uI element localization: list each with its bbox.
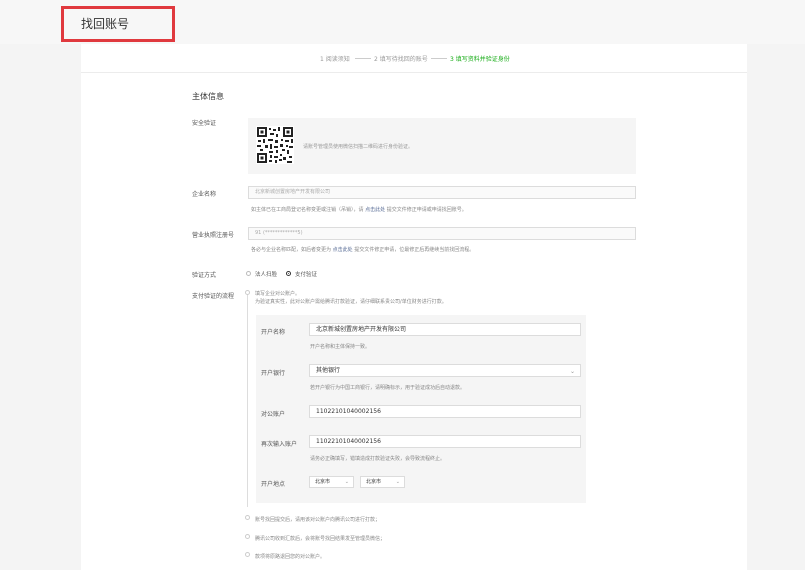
bank-hint: 若开户银行为中国工商银行，请明确标示，用于验证成功后自动退款。 [310, 385, 466, 391]
company-name-hint: 如主体已在工商局登记名称变更或注销（吊销），请 点击此处 提交文件修正申请或申请… [251, 206, 467, 213]
company-name-input[interactable]: 北京新城创置房地产开发有限公司 [248, 186, 636, 199]
qr-instruction: 请账号管理员使用微信扫描二维码进行身份验证。 [303, 144, 414, 150]
city-value: 北京市 [366, 479, 382, 485]
verify-method-label: 验证方式 [192, 272, 217, 279]
timeline-dot [245, 515, 250, 520]
step1-desc: 为验证真实性，此对公账户需给腾讯打款验证，请仔细联系贵公司/单位财务进行打款。 [255, 299, 447, 305]
header: 找回账号 [0, 0, 805, 44]
company-name-label: 企业名称 [192, 191, 217, 198]
step-3: 3 填写资料并验证身份 [450, 56, 510, 63]
account-name-hint: 开户名称和主体保持一致。 [310, 344, 371, 350]
qr-code-icon [256, 126, 294, 164]
bank-info-panel: 开户名称 北京新城创置房地产开发有限公司 开户名称和主体保持一致。 开户银行 其… [256, 315, 586, 503]
license-label: 营业执照注册号 [192, 232, 235, 239]
province-select[interactable]: 北京市 ⌄ [309, 476, 354, 488]
hint-text: 各必与企业名称匹配，如后者变更为 [251, 247, 332, 253]
security-label: 安全验证 [192, 120, 217, 127]
payment-flow-label: 支付验证的流程 [192, 293, 235, 300]
location-label: 开户地点 [261, 481, 286, 488]
chevron-down-icon: ⌄ [569, 368, 575, 375]
step2-text: 账号找回提交后，请用该对公账户向腾讯公司进行打款； [255, 517, 381, 523]
city-select[interactable]: 北京市 ⌄ [360, 476, 405, 488]
account-no-confirm-hint: 请务必正确填写，错填造成打款验证失败，会导致流程终止。 [310, 456, 446, 462]
step-2: 2 填写待找回的账号 [374, 56, 428, 63]
step-divider [355, 58, 371, 59]
account-no-label: 对公账户 [261, 411, 286, 418]
hint-text: 提交文件修正申请或申请找回账号。 [386, 207, 467, 213]
timeline-dot [245, 534, 250, 539]
correction-link[interactable]: 点击此处 [365, 207, 385, 213]
account-no-confirm-input[interactable]: 1102210104000215​6 [309, 435, 581, 448]
bank-label: 开户银行 [261, 370, 286, 377]
section-title: 主体信息 [192, 92, 224, 101]
bank-select-value: 其他银行 [316, 367, 341, 374]
step1-title: 填写企业对公账户。 [255, 291, 301, 297]
account-name-input[interactable]: 北京新城创置房地产开发有限公司 [309, 323, 581, 336]
province-value: 北京市 [315, 479, 331, 485]
timeline-dot [245, 552, 250, 557]
step4-text: 款项将原路退回您的对公账户。 [255, 554, 326, 560]
license-hint: 各必与企业名称匹配，如后者变更为 点击此处 提交文件修正申请，位最修正后再继续当… [251, 246, 474, 253]
radio-payment-label[interactable]: 支付验证 [295, 270, 317, 278]
step-divider [431, 58, 447, 59]
qr-panel: 请账号管理员使用微信扫描二维码进行身份验证。 [248, 118, 636, 174]
account-no-confirm-label: 再次输入账户 [261, 441, 298, 448]
hint-text: 如主体已在工商局登记名称变更或注销（吊销），请 [251, 207, 364, 213]
account-no-input[interactable]: 1102210104000215​6 [309, 405, 581, 418]
correction-link[interactable]: 点击此处 [333, 247, 353, 253]
step3-text: 腾讯公司收到汇款后，会将账号找回结果发至管理员微信； [255, 536, 386, 542]
page-title: 找回账号 [81, 17, 130, 31]
radio-face-scan[interactable] [246, 271, 251, 276]
license-input[interactable]: 91 (*************5) [248, 227, 636, 240]
hint-text: 提交文件修正申请，位最修正后再继续当前找回流程。 [354, 247, 475, 253]
chevron-down-icon: ⌄ [395, 479, 400, 485]
account-name-label: 开户名称 [261, 329, 286, 336]
form-card: 1 阅读须知 2 填写待找回的账号 3 填写资料并验证身份 主体信息 安全验证 … [81, 44, 747, 570]
timeline-dot [245, 290, 250, 295]
chevron-down-icon: ⌄ [344, 479, 349, 485]
radio-face-scan-label[interactable]: 法人扫脸 [255, 270, 277, 278]
radio-payment[interactable] [286, 271, 291, 276]
step-indicator: 1 阅读须知 2 填写待找回的账号 3 填写资料并验证身份 [81, 44, 747, 73]
timeline-line [247, 293, 248, 507]
bank-select[interactable]: 其他银行 ⌄ [309, 364, 581, 377]
step-1: 1 阅读须知 [320, 56, 350, 63]
